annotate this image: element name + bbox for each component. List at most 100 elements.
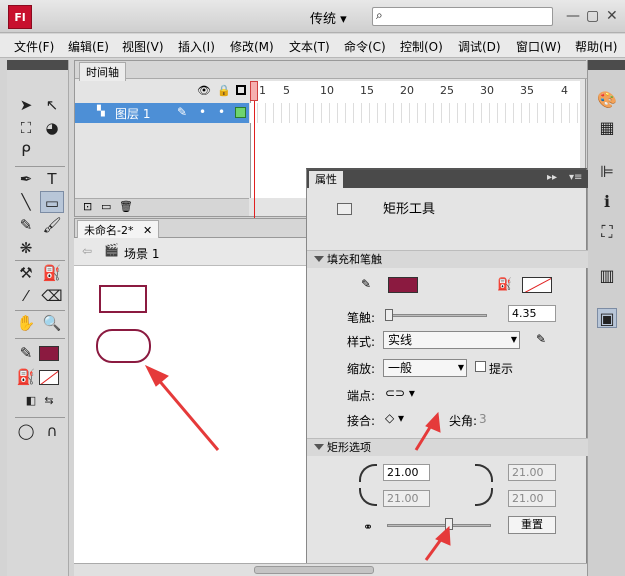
back-arrow-icon[interactable]: ⇦: [82, 244, 92, 258]
bone-tool-icon[interactable]: ⚒: [14, 262, 38, 284]
corner-radius-bottom-left[interactable]: 21.00: [383, 490, 430, 507]
outline-icon[interactable]: [236, 85, 246, 95]
rect-options-section[interactable]: 矩形选项: [307, 438, 588, 456]
scale-label: 缩放:: [347, 362, 376, 376]
text-tool-icon[interactable]: T: [40, 168, 64, 190]
document-tab[interactable]: 未命名-2* ✕: [77, 220, 160, 240]
tool-divider: [15, 310, 65, 311]
library-panel-icon[interactable]: ▥: [597, 266, 617, 286]
fill-stroke-section[interactable]: 填充和笔触: [307, 250, 588, 268]
edit-style-icon[interactable]: ✎: [536, 332, 546, 346]
eraser-tool-icon[interactable]: ⌫: [40, 285, 64, 307]
corner-top-left-icon: [359, 464, 377, 482]
stroke-color-swatch[interactable]: [388, 277, 418, 293]
swap-colors-icon[interactable]: ⇆: [37, 390, 61, 412]
close-tab-icon[interactable]: ✕: [143, 224, 152, 237]
eye-icon[interactable]: 👁: [197, 84, 211, 97]
menu-text[interactable]: 文本(T): [289, 38, 330, 55]
swatches-panel-icon[interactable]: ▦: [597, 118, 617, 138]
miter-value[interactable]: 3: [479, 412, 487, 426]
new-folder-icon[interactable]: ▭: [101, 200, 111, 213]
stroke-color-swatch[interactable]: [39, 346, 59, 361]
properties-panel: 属性 ▸▸ ▾≡ 矩形工具 填充和笔触 ✎ ⛽ 笔触: 4.35 样式: 实线 …: [306, 168, 588, 576]
menu-file[interactable]: 文件(F): [14, 38, 54, 55]
drawn-rounded-rectangle[interactable]: [96, 329, 151, 363]
visibility-dot[interactable]: •: [199, 105, 206, 119]
scale-select[interactable]: 一般: [383, 359, 467, 377]
pen-tool-icon[interactable]: ✒: [14, 168, 38, 190]
menu-window[interactable]: 窗口(W): [516, 38, 561, 55]
properties-tab[interactable]: 属性: [309, 171, 343, 188]
corner-radius-slider[interactable]: [387, 524, 491, 527]
transform-panel-icon[interactable]: ⛶: [597, 222, 617, 242]
menu-edit[interactable]: 编辑(E): [68, 38, 109, 55]
layer-outline-color[interactable]: [235, 107, 246, 118]
menu-debug[interactable]: 调试(D): [458, 38, 501, 55]
cap-label: 端点:: [347, 389, 376, 403]
hand-tool-icon[interactable]: ✋: [14, 312, 38, 334]
corner-radius-top-right[interactable]: 21.00: [508, 464, 556, 481]
menu-help[interactable]: 帮助(H): [575, 38, 617, 55]
3d-rotation-tool-icon[interactable]: ◕: [40, 117, 64, 139]
menu-commands[interactable]: 命令(C): [344, 38, 386, 55]
close-button[interactable]: ✕: [606, 8, 618, 24]
snap-to-objects-icon[interactable]: ∩: [40, 420, 64, 442]
cap-select[interactable]: ⊂⊃ ▾: [385, 386, 415, 400]
zoom-tool-icon[interactable]: 🔍: [40, 312, 64, 334]
properties-panel-icon[interactable]: ▣: [597, 308, 617, 328]
lock-icon[interactable]: 🔒: [217, 84, 231, 97]
link-icon[interactable]: ⚭: [363, 520, 373, 534]
delete-layer-icon[interactable]: 🗑: [119, 200, 133, 213]
stroke-slider[interactable]: [387, 314, 487, 317]
lock-dot[interactable]: •: [218, 105, 225, 119]
collapse-icon[interactable]: ▸▸: [547, 172, 557, 183]
align-panel-icon[interactable]: ⊫: [597, 162, 617, 182]
layer-frames[interactable]: [250, 103, 580, 123]
workspace-switcher[interactable]: 传统 ▾: [310, 8, 347, 27]
scrollbar-thumb[interactable]: [254, 566, 374, 574]
menu-insert[interactable]: 插入(I): [178, 38, 215, 55]
lasso-tool-icon[interactable]: ᑭ: [14, 140, 38, 162]
info-panel-icon[interactable]: ℹ: [597, 192, 617, 212]
playhead[interactable]: [250, 81, 258, 101]
selection-tool-icon[interactable]: ➤: [14, 94, 38, 116]
free-transform-tool-icon[interactable]: ⛶: [14, 117, 38, 139]
scene-label[interactable]: 场景 1: [124, 245, 159, 262]
corner-radius-slider-thumb[interactable]: [445, 518, 453, 530]
menu-control[interactable]: 控制(O): [400, 38, 443, 55]
fill-color-swatch[interactable]: [522, 277, 552, 293]
maximize-button[interactable]: ▢: [586, 8, 599, 24]
menu-view[interactable]: 视图(V): [122, 38, 164, 55]
search-input[interactable]: ⌕: [372, 7, 553, 26]
rectangle-tool-icon[interactable]: ▭: [40, 191, 64, 213]
paint-bucket-tool-icon[interactable]: ⛽: [40, 262, 64, 284]
hint-checkbox[interactable]: [475, 361, 486, 372]
reset-button[interactable]: 重置: [508, 516, 556, 534]
layer-name[interactable]: 图层 1: [115, 105, 150, 122]
fill-color-swatch[interactable]: [39, 370, 59, 385]
layer-row[interactable]: ▚ 图层 1 ✎ • •: [75, 103, 249, 123]
menu-modify[interactable]: 修改(M): [230, 38, 274, 55]
corner-radius-bottom-right[interactable]: 21.00: [508, 490, 556, 507]
corner-radius-top-left[interactable]: 21.00: [383, 464, 430, 481]
line-tool-icon[interactable]: ╲: [14, 191, 38, 213]
horizontal-scrollbar[interactable]: [74, 563, 587, 576]
eyedropper-tool-icon[interactable]: ⁄: [14, 285, 38, 307]
stroke-slider-thumb[interactable]: [385, 309, 393, 321]
tool-divider: [15, 338, 65, 339]
deco-tool-icon[interactable]: ❋: [14, 237, 38, 259]
scene-icon: 🎬: [104, 243, 119, 257]
minimize-button[interactable]: —: [566, 8, 580, 24]
subselection-tool-icon[interactable]: ↖: [40, 94, 64, 116]
new-layer-icon[interactable]: ⊡: [83, 200, 92, 213]
drawn-rectangle[interactable]: [99, 285, 147, 313]
stroke-input[interactable]: 4.35: [508, 305, 556, 322]
pencil-tool-icon[interactable]: ✎: [14, 214, 38, 236]
style-select[interactable]: 实线: [383, 331, 520, 349]
object-drawing-icon[interactable]: ◯: [14, 420, 38, 442]
brush-tool-icon[interactable]: 🖌: [40, 214, 64, 236]
timeline-tab[interactable]: 时间轴: [79, 62, 126, 81]
panel-menu-icon[interactable]: ▾≡: [569, 172, 582, 183]
color-panel-icon[interactable]: 🎨: [597, 90, 617, 110]
join-select[interactable]: ◇ ▾: [385, 411, 404, 425]
